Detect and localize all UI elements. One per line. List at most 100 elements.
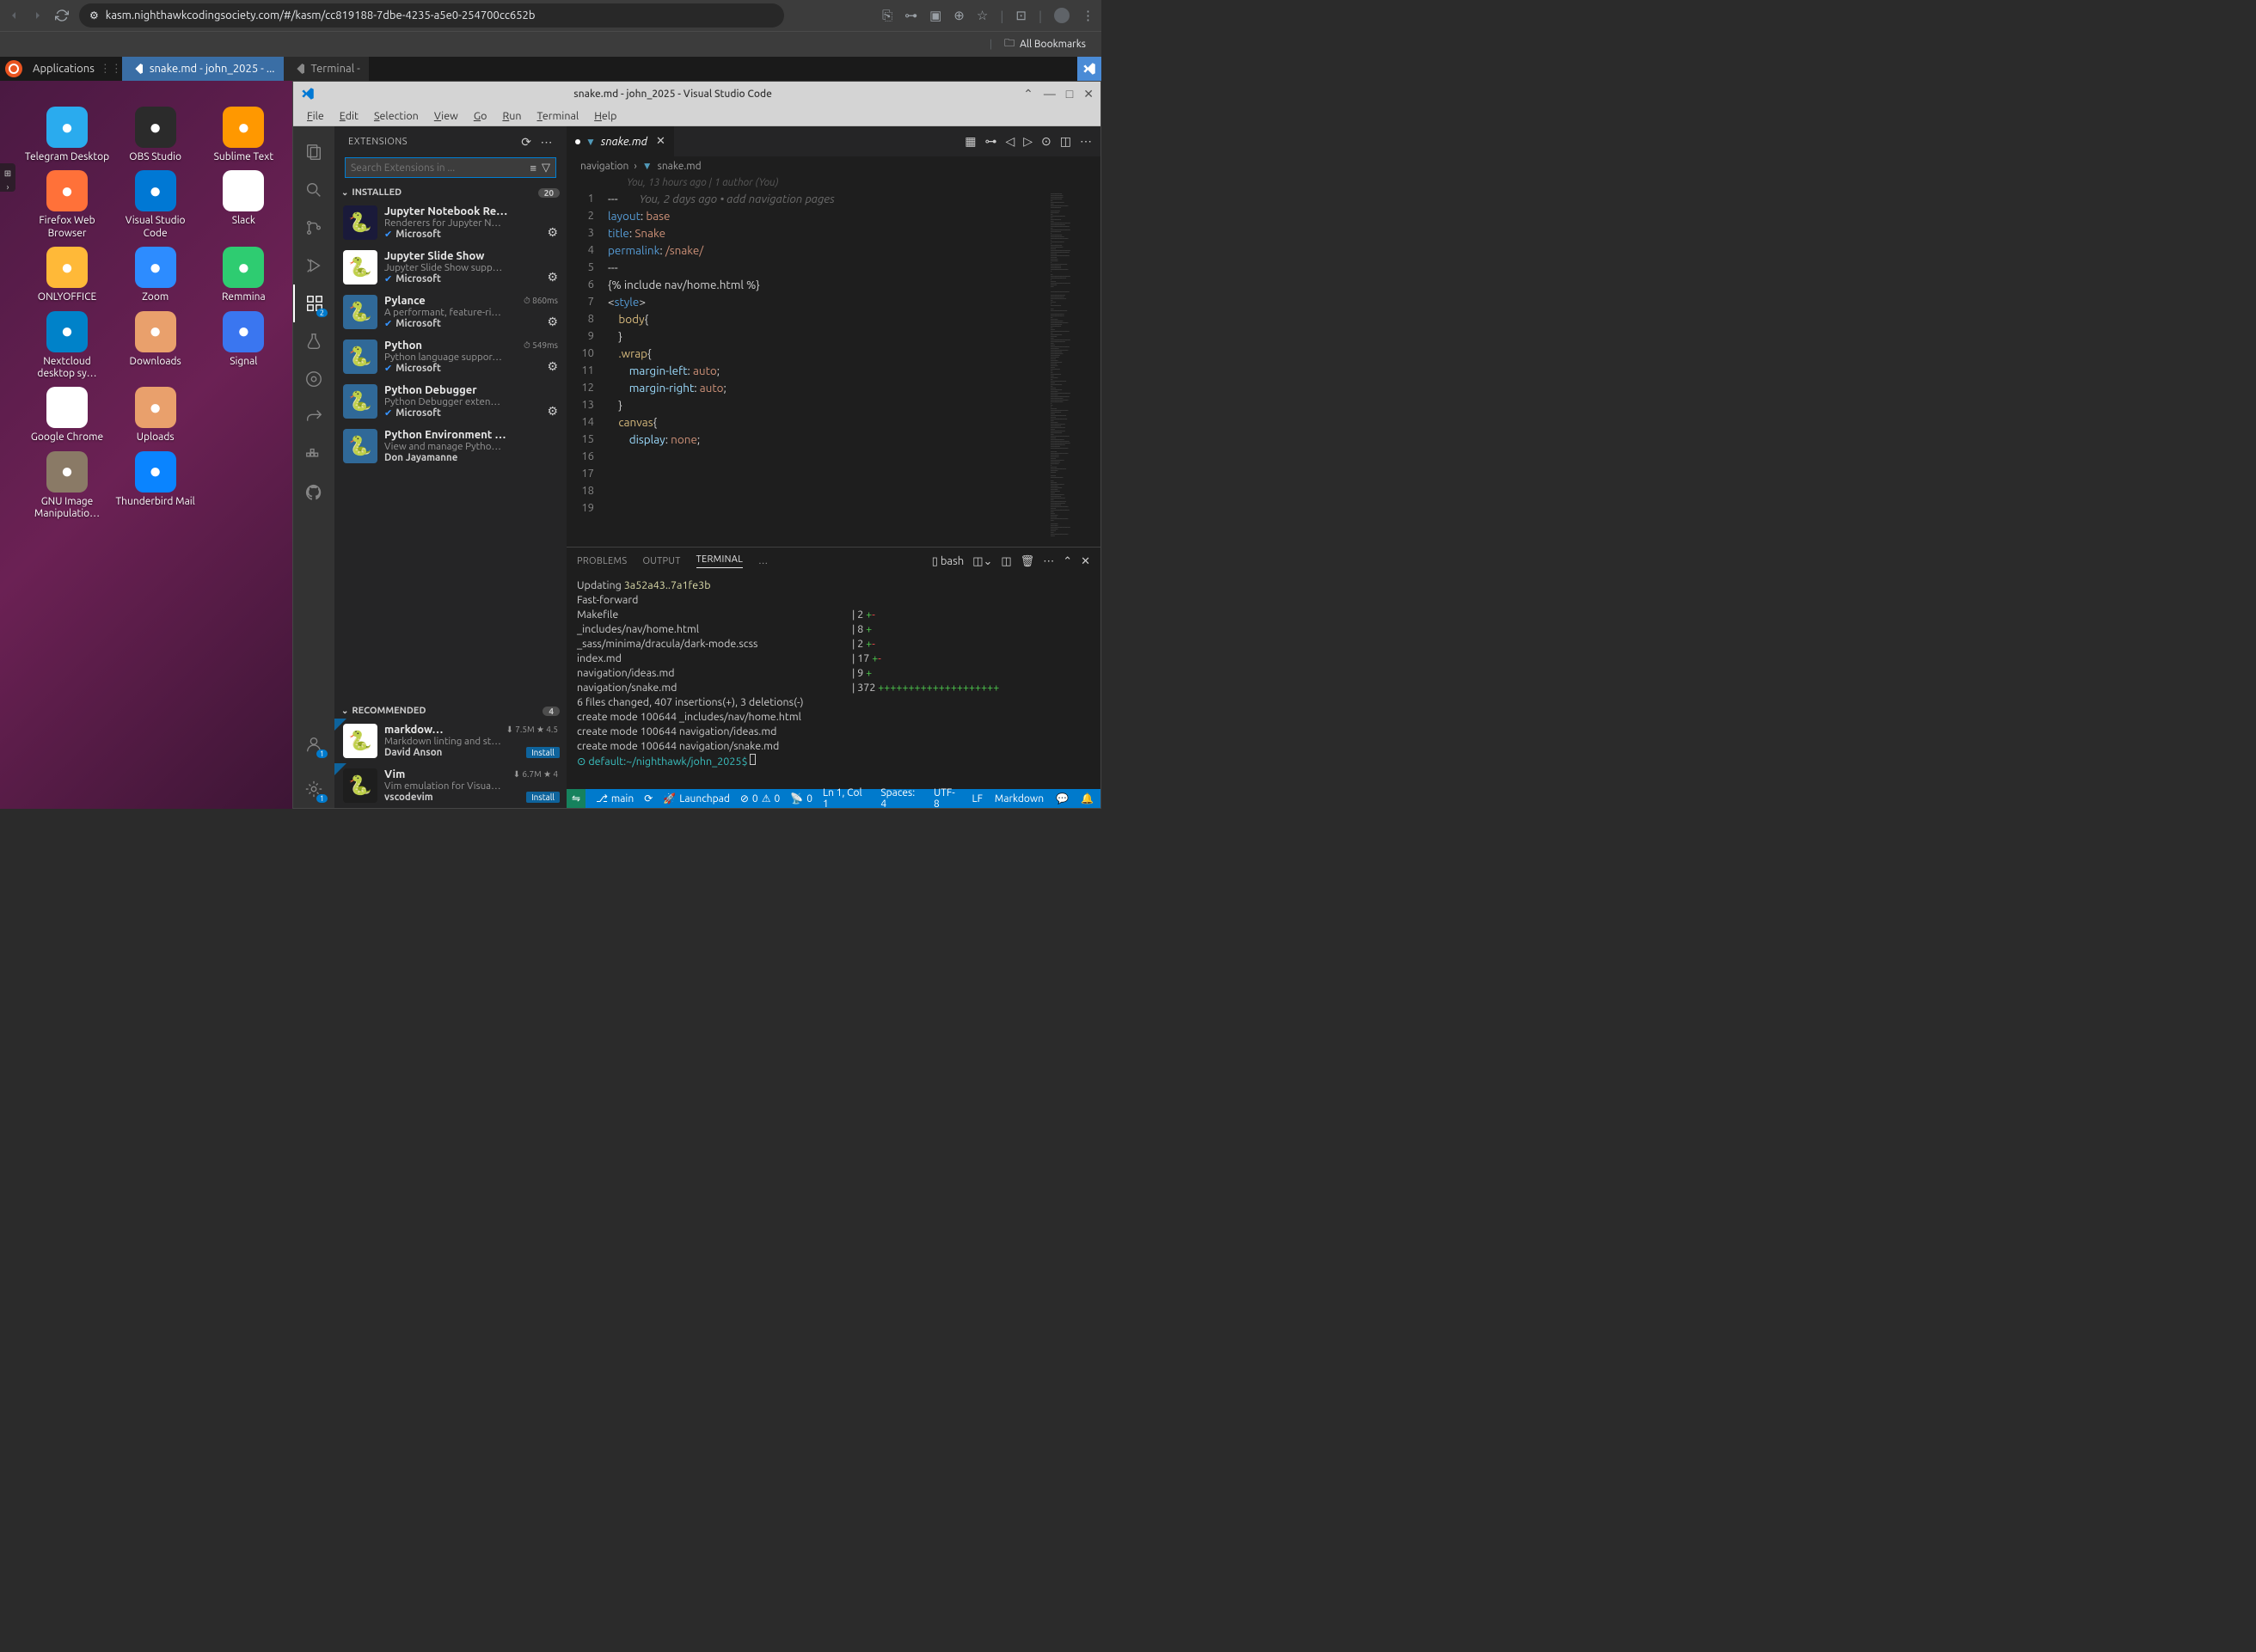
tray-vscode-icon[interactable] xyxy=(1077,57,1101,81)
more-icon[interactable]: ⋯ xyxy=(1043,555,1054,568)
extensions-search[interactable]: ≡▽ xyxy=(345,157,556,178)
site-settings-icon[interactable]: ⚙ xyxy=(89,9,99,21)
extension-item[interactable]: 🐍 Python Debugger Python Debugger exten…… xyxy=(334,379,567,424)
install-icon[interactable]: ⎘ xyxy=(882,8,892,23)
filter-icon[interactable]: ▽ xyxy=(542,162,550,174)
desktop-app[interactable]: ●Slack xyxy=(200,165,286,240)
breadcrumb[interactable]: navigation › ▼ snake.md xyxy=(567,156,1100,175)
extension-item[interactable]: 🐍 markdow…⬇ 7.5M ★ 4.5 Markdown linting … xyxy=(334,719,567,763)
desktop-app[interactable]: ●Thunderbird Mail xyxy=(113,446,199,521)
debug-icon[interactable] xyxy=(293,247,334,285)
desktop-app[interactable]: ●Telegram Desktop xyxy=(24,101,110,163)
nav-back-icon[interactable]: ◁ xyxy=(1005,134,1015,149)
cast-icon[interactable]: ▣ xyxy=(929,8,941,23)
desktop-app[interactable]: ●Visual Studio Code xyxy=(113,165,199,240)
profile-icon[interactable] xyxy=(1054,8,1070,23)
desktop-app[interactable]: ●GNU Image Manipulatio… xyxy=(24,446,110,521)
desktop-app[interactable]: ●Downloads xyxy=(113,306,199,381)
account-icon[interactable]: 1 xyxy=(293,725,334,763)
desktop-pager[interactable]: ⊞› xyxy=(0,163,15,192)
search-icon[interactable] xyxy=(293,171,334,209)
desktop-app[interactable]: ●Google Chrome xyxy=(24,382,110,444)
back-button[interactable] xyxy=(7,9,21,22)
extensions-icon[interactable]: 2 xyxy=(293,285,334,322)
extension-item[interactable]: 🐍 Pylance⏱ 860ms A performant, feature-r… xyxy=(334,290,567,334)
menu-help[interactable]: Help xyxy=(587,108,623,124)
vscode-titlebar[interactable]: snake.md - john_2025 - Visual Studio Cod… xyxy=(293,82,1100,106)
notifications-icon[interactable]: 🔔 xyxy=(1081,792,1094,805)
menu-terminal[interactable]: Terminal xyxy=(530,108,586,124)
minimize-button[interactable]: — xyxy=(1044,87,1056,101)
trash-icon[interactable]: 🗑 xyxy=(1021,555,1035,568)
desktop-app[interactable]: ●Nextcloud desktop sy… xyxy=(24,306,110,381)
layout-icon[interactable]: ◫ xyxy=(1001,555,1011,568)
extensions-icon[interactable]: ⊡ xyxy=(1015,8,1027,23)
indentation[interactable]: Spaces: 4 xyxy=(880,787,922,808)
desktop-app[interactable]: ●Uploads xyxy=(113,382,199,444)
gear-icon[interactable]: ⚙ xyxy=(547,359,558,374)
docker-icon[interactable] xyxy=(293,436,334,474)
branch-indicator[interactable]: ⎇ main xyxy=(596,792,634,805)
menu-selection[interactable]: Selection xyxy=(367,108,426,124)
feedback-icon[interactable]: 💬 xyxy=(1056,792,1069,805)
menu-file[interactable]: File xyxy=(300,108,331,124)
desktop-app[interactable]: ●Zoom xyxy=(113,242,199,303)
installed-header[interactable]: ⌄ INSTALLED 20 xyxy=(334,185,567,200)
menu-icon[interactable]: ⋮ xyxy=(1082,8,1094,23)
close-tab-icon[interactable]: ✕ xyxy=(656,135,665,148)
desktop-app[interactable]: ●Signal xyxy=(200,306,286,381)
tab-output[interactable]: OUTPUT xyxy=(642,556,680,566)
run-icon[interactable]: ⊙ xyxy=(1041,134,1051,149)
github-icon[interactable] xyxy=(293,474,334,511)
zoom-icon[interactable]: ⊕ xyxy=(953,8,965,23)
keep-on-top-button[interactable]: ⌃ xyxy=(1023,87,1033,101)
desktop-app[interactable]: ●OBS Studio xyxy=(113,101,199,163)
gear-icon[interactable]: ⚙ xyxy=(547,404,558,419)
extension-item[interactable]: 🐍 Python Environment … View and manage P… xyxy=(334,424,567,468)
task-tab[interactable]: Terminal - xyxy=(284,57,369,81)
compare-icon[interactable]: ⊶ xyxy=(984,134,996,149)
password-icon[interactable]: ⊶ xyxy=(904,8,917,23)
desktop-app[interactable]: ●Remmina xyxy=(200,242,286,303)
extension-item[interactable]: 🐍 Jupyter Slide Show Jupyter Slide Show … xyxy=(334,245,567,290)
clear-icon[interactable]: ≡ xyxy=(530,162,536,174)
desktop-app[interactable]: ●Firefox Web Browser xyxy=(24,165,110,240)
explorer-icon[interactable] xyxy=(293,133,334,171)
tab-more[interactable]: … xyxy=(758,556,768,566)
encoding[interactable]: UTF-8 xyxy=(934,787,959,808)
language-mode[interactable]: Markdown xyxy=(995,793,1044,805)
more-icon[interactable]: ⋯ xyxy=(541,135,554,150)
ubuntu-logo-icon[interactable] xyxy=(5,60,22,77)
bookmark-icon[interactable]: ☆ xyxy=(977,8,988,23)
menu-edit[interactable]: Edit xyxy=(333,108,365,124)
desktop-app[interactable]: ●Sublime Text xyxy=(200,101,286,163)
sync-button[interactable]: ⟳ xyxy=(644,792,653,805)
refresh-icon[interactable]: ⟳ xyxy=(521,135,531,150)
url-bar[interactable]: ⚙ kasm.nighthawkcodingsociety.com/#/kasm… xyxy=(79,3,784,28)
ports-indicator[interactable]: 📡 0 xyxy=(790,792,812,805)
code-editor[interactable]: 12345678910111213141516171819 --- You, 2… xyxy=(567,190,1100,547)
testing-icon[interactable] xyxy=(293,322,334,360)
tab-terminal[interactable]: TERMINAL xyxy=(696,554,744,568)
search-input[interactable] xyxy=(351,162,530,174)
desktop-app[interactable]: ●ONLYOFFICE xyxy=(24,242,110,303)
settings-icon[interactable]: 1 xyxy=(293,770,334,808)
gitlens-header[interactable]: You, 13 hours ago | 1 author (You) xyxy=(567,175,1100,190)
problems-indicator[interactable]: ⊘ 0 ⚠ 0 xyxy=(740,792,780,805)
cursor-position[interactable]: Ln 1, Col 1 xyxy=(823,787,868,808)
liveshare-icon[interactable] xyxy=(293,398,334,436)
forward-button[interactable] xyxy=(31,9,45,22)
close-panel-icon[interactable]: ✕ xyxy=(1081,555,1090,568)
gear-icon[interactable]: ⚙ xyxy=(547,315,558,329)
all-bookmarks-button[interactable]: All Bookmarks xyxy=(1020,39,1086,50)
split-terminal-icon[interactable]: ◫⌄ xyxy=(972,555,992,568)
extension-item[interactable]: 🐍 Jupyter Notebook Re… Renderers for Jup… xyxy=(334,200,567,245)
maximize-button[interactable]: □ xyxy=(1066,87,1073,101)
gear-icon[interactable]: ⚙ xyxy=(547,225,558,240)
task-tab[interactable]: snake.md - john_2025 - ... xyxy=(122,57,284,81)
install-button[interactable]: Install xyxy=(526,792,560,803)
nav-fwd-icon[interactable]: ▷ xyxy=(1023,134,1033,149)
reload-button[interactable] xyxy=(55,9,69,22)
eol[interactable]: LF xyxy=(972,793,982,805)
launchpad-button[interactable]: 🚀 Launchpad xyxy=(663,792,730,805)
